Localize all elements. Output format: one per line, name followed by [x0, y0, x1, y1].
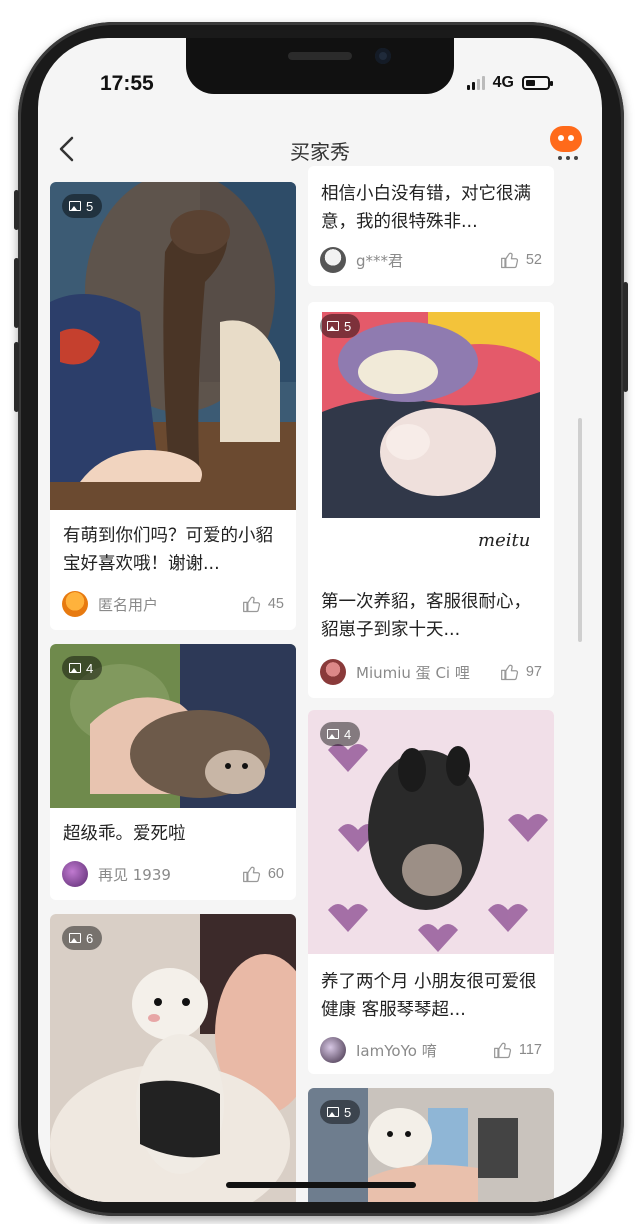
review-text: 超级乖。爱死啦 — [63, 824, 186, 844]
username[interactable]: IamYoYo 唷 — [356, 1040, 493, 1061]
notch — [186, 38, 454, 94]
review-photo[interactable]: meitu 5 — [308, 302, 554, 574]
review-card[interactable]: 4 超级乖。爱死啦 再见 1939 60 — [50, 644, 296, 900]
battery-icon — [522, 76, 553, 90]
review-text: 第一次养貂，客服很耐心，貂崽子到家十天... — [321, 592, 531, 640]
photo-count-badge: 5 — [320, 1100, 361, 1124]
like-button[interactable]: 52 — [500, 250, 542, 270]
review-meta: 匿名用户 45 — [62, 590, 284, 618]
volume-up-button — [14, 258, 19, 328]
menu-icon — [558, 135, 564, 141]
username[interactable]: Miumiu 蛋 Ci 哩 — [356, 662, 500, 683]
review-text: 有萌到你们吗？可爱的小貂宝好喜欢哦！谢谢... — [63, 526, 273, 574]
review-card[interactable]: 5 有萌到你们吗？可爱的小貂宝好喜欢哦！谢谢... 匿名用户 45 — [50, 182, 296, 630]
thumbs-up-icon — [242, 866, 260, 883]
photo-count-icon — [69, 201, 81, 211]
home-indicator[interactable] — [226, 1182, 416, 1188]
review-photo[interactable]: 4 — [50, 644, 296, 808]
photo-count: 5 — [86, 198, 94, 214]
photo-count-badge: 5 — [62, 194, 103, 218]
like-count: 117 — [518, 1042, 542, 1058]
signal-icon — [466, 76, 485, 90]
review-card[interactable]: meitu 5 第一次养貂，客服很耐心，貂崽子到家十天... Miumiu 蛋 … — [308, 302, 554, 698]
ferret-photo — [308, 710, 554, 954]
review-meta: Miumiu 蛋 Ci 哩 97 — [320, 658, 542, 686]
status-time: 17:55 — [100, 72, 154, 95]
photo-count-icon — [69, 933, 81, 943]
more-dots-icon[interactable] — [558, 156, 578, 160]
photo-count: 4 — [344, 726, 352, 742]
photo-count: 5 — [344, 318, 352, 334]
scrollbar[interactable] — [578, 418, 582, 642]
avatar[interactable] — [320, 659, 346, 685]
review-meta: g***君 52 — [320, 246, 542, 274]
menu-icon-eye — [568, 135, 574, 141]
ferret-photo — [50, 182, 296, 510]
username[interactable]: g***君 — [356, 250, 500, 271]
mute-switch — [14, 190, 19, 230]
review-text: 养了两个月 小朋友很可爱很健康 客服琴琴超... — [321, 972, 537, 1020]
thumbs-up-icon — [500, 252, 518, 269]
page-title: 买家秀 — [290, 140, 350, 164]
username[interactable]: 匿名用户 — [98, 594, 242, 615]
review-card[interactable]: 相信小白没有错，对它很满意，我的很特殊非... g***君 52 — [308, 166, 554, 286]
review-text: 相信小白没有错，对它很满意，我的很特殊非... — [321, 184, 531, 232]
photo-count: 4 — [86, 660, 94, 676]
avatar[interactable] — [62, 861, 88, 887]
power-button — [623, 282, 628, 392]
like-button[interactable]: 117 — [493, 1040, 542, 1060]
photo-count: 6 — [86, 930, 94, 946]
thumbs-up-icon — [500, 664, 518, 681]
like-count: 45 — [267, 596, 284, 612]
like-button[interactable]: 45 — [242, 594, 284, 614]
photo-count-icon — [69, 663, 81, 673]
photo-count: 5 — [344, 1104, 352, 1120]
volume-down-button — [14, 342, 19, 412]
like-count: 52 — [525, 252, 542, 268]
review-photo[interactable]: 4 — [308, 710, 554, 954]
photo-count-badge: 4 — [320, 722, 361, 746]
like-button[interactable]: 60 — [242, 864, 284, 884]
username[interactable]: 再见 1939 — [98, 864, 242, 885]
status-indicators: 4G — [466, 74, 553, 92]
speaker — [288, 52, 352, 60]
ferret-photo — [50, 914, 296, 1202]
thumbs-up-icon — [242, 596, 260, 613]
avatar[interactable] — [320, 1037, 346, 1063]
like-count: 60 — [267, 866, 284, 882]
thumbs-up-icon — [493, 1042, 511, 1059]
like-count: 97 — [525, 664, 542, 680]
avatar[interactable] — [62, 591, 88, 617]
app-screen: 17:55 4G 买家秀 5 有萌到你们吗？可爱的小貂宝好喜欢哦！谢谢... 匿… — [38, 38, 602, 1202]
review-card[interactable]: 6 — [50, 914, 296, 1202]
review-meta: IamYoYo 唷 117 — [320, 1036, 542, 1064]
avatar[interactable] — [320, 247, 346, 273]
photo-count-icon — [327, 1107, 339, 1117]
photo-count-icon — [327, 729, 339, 739]
review-card[interactable]: 4 养了两个月 小朋友很可爱很健康 客服琴琴超... IamYoYo 唷 117 — [308, 710, 554, 1074]
network-type: 4G — [492, 74, 514, 91]
review-meta: 再见 1939 60 — [62, 860, 284, 888]
menu-button[interactable] — [550, 126, 582, 152]
ferret-photo: meitu — [308, 302, 554, 574]
photo-count-icon — [327, 321, 339, 331]
camera — [375, 48, 391, 64]
review-photo[interactable]: 6 — [50, 914, 296, 1202]
watermark: meitu — [478, 530, 530, 551]
like-button[interactable]: 97 — [500, 662, 542, 682]
photo-count-badge: 6 — [62, 926, 103, 950]
review-photo[interactable]: 5 — [50, 182, 296, 510]
photo-count-badge: 5 — [320, 314, 361, 338]
photo-count-badge: 4 — [62, 656, 103, 680]
